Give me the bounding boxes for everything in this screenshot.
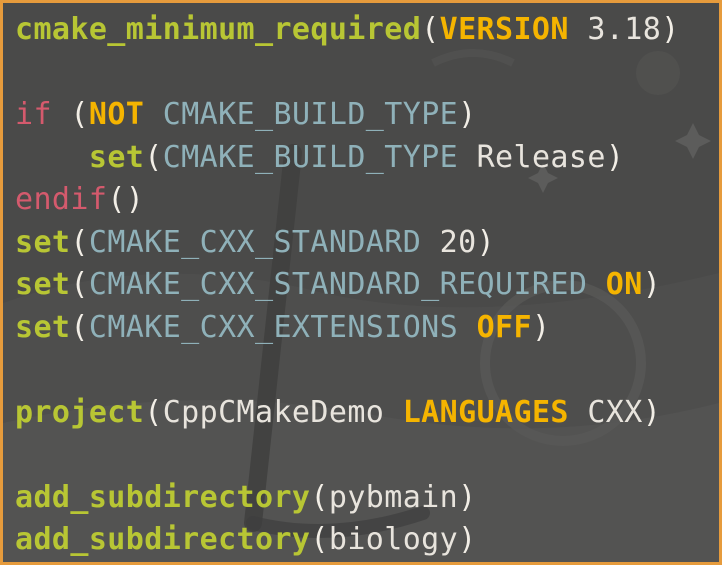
code-token-var: CMAKE_CXX_STANDARD (88, 224, 422, 260)
code-token-var: CMAKE_BUILD_TYPE (162, 139, 459, 175)
code-token-par: ) (661, 12, 680, 47)
code-token-par: ( (70, 267, 89, 302)
code-token-par: ) (458, 479, 477, 515)
code-token-kw: LANGUAGES (402, 394, 569, 430)
code-token-cmd: add_subdirectory (15, 522, 311, 557)
code-line: set(CMAKE_CXX_STANDARD 20) (15, 222, 680, 265)
code-line: set(CMAKE_CXX_EXTENSIONS OFF) (15, 307, 680, 350)
code-token-txt: Release (458, 139, 606, 175)
code-line: if (NOT CMAKE_BUILD_TYPE) (15, 94, 680, 137)
code-token-ctl: if (15, 97, 52, 132)
code-token-var: CMAKE_CXX_EXTENSIONS (88, 309, 459, 345)
code-token-cmd: add_subdirectory (15, 479, 311, 515)
code-token-cmd: cmake_minimum_required (15, 12, 422, 47)
code-token-ctl: endif (15, 182, 108, 217)
code-token-cmd: set (15, 309, 71, 345)
code-token-txt: 3.18 (568, 12, 662, 47)
code-token-par: ) (476, 224, 496, 260)
code-token-par: ( (70, 224, 89, 260)
code-token-var: CMAKE_CXX_STANDARD_REQUIRED (88, 267, 588, 302)
code-token-var: CMAKE_BUILD_TYPE (144, 97, 459, 132)
code-token-par: ( (70, 309, 89, 345)
code-token-txt: biology (328, 522, 459, 557)
code-token-par: ( (421, 12, 440, 47)
code-token-txt: CppCMakeDemo (162, 394, 385, 430)
code-token-cmd: set (88, 139, 145, 175)
code-token-kw: NOT (88, 97, 145, 132)
code-token-par: ( (51, 97, 89, 132)
code-line: cmake_minimum_required(VERSION 3.18) (15, 9, 680, 52)
code-line: set(CMAKE_CXX_STANDARD_REQUIRED ON) (15, 264, 680, 307)
code-token-txt: 20 (421, 224, 477, 260)
cmake-code-block: cmake_minimum_required(VERSION 3.18) if … (15, 9, 680, 562)
code-token-kw: OFF (476, 309, 532, 345)
code-line: set(CMAKE_BUILD_TYPE Release) (15, 137, 680, 180)
code-token-par: ) (458, 522, 477, 557)
code-token-par: ) (642, 267, 662, 302)
code-line: project(CppCMakeDemo LANGUAGES CXX) (15, 392, 680, 435)
code-snippet-frame: cmake_minimum_required(VERSION 3.18) if … (0, 0, 722, 565)
code-token-par: ) (605, 139, 625, 175)
code-token-par: ) (642, 394, 662, 430)
code-token-txt: pybmain (328, 479, 459, 515)
code-token-cmd: set (15, 224, 71, 260)
code-token-cmd: set (15, 267, 71, 302)
code-token-kw: VERSION (439, 12, 569, 47)
code-token-par: ) (531, 309, 551, 345)
code-line: add_subdirectory(pybmain) (15, 477, 680, 520)
code-line: endif() (15, 179, 680, 222)
code-token-par: ( (144, 394, 163, 430)
code-token-txt: CXX (568, 394, 643, 430)
code-token-cmd: project (15, 394, 145, 430)
code-token-par: () (107, 182, 145, 217)
code-token-par: ( (310, 522, 329, 557)
code-token-kw: ON (605, 267, 643, 302)
code-token-par: ( (144, 139, 163, 175)
code-token-par: ( (310, 479, 329, 515)
code-token-par: ) (458, 97, 477, 132)
code-line: add_subdirectory(biology) (15, 519, 680, 562)
